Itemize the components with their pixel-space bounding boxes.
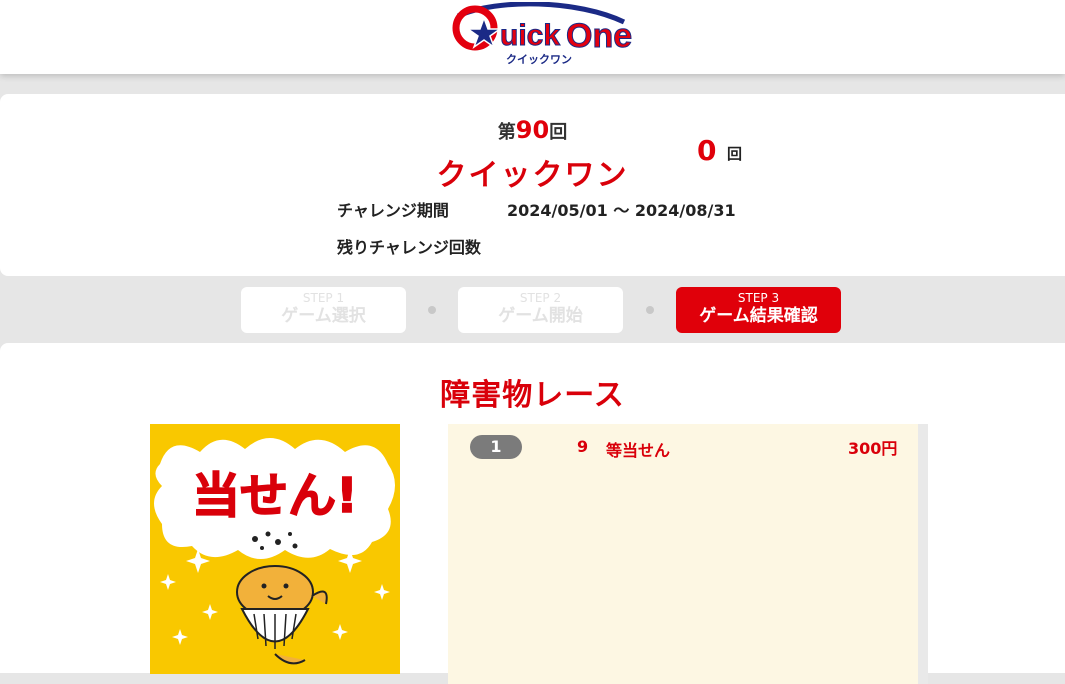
round-prefix: 第 — [497, 122, 516, 143]
svg-text:uick: uick — [500, 19, 560, 52]
quickone-logo[interactable]: uick One クイックワン — [448, 1, 634, 68]
step-3-label: ゲーム結果確認 — [699, 306, 818, 326]
step-separator-dot — [428, 306, 436, 314]
round-suffix: 回 — [549, 122, 568, 143]
round-number: 第90回 — [0, 116, 1065, 144]
round-number-value: 90 — [515, 116, 550, 144]
step-2-number: STEP 2 — [519, 291, 562, 305]
step-1-label: ゲーム選択 — [281, 306, 366, 326]
step-3-number: STEP 3 — [737, 291, 780, 305]
period-value: 2024/05/01 ～ 2024/08/31 — [507, 201, 736, 220]
win-result-image: 当せん! — [150, 424, 400, 674]
step-2-game-start: STEP 2 ゲーム開始 — [458, 287, 623, 333]
remaining-unit: 回 — [727, 145, 743, 163]
svg-text:One: One — [566, 17, 632, 55]
remaining-count: 0 — [697, 134, 717, 167]
game-title: 障害物レース — [440, 378, 625, 413]
game-result-card: 障害物レース 当せん! 1 9 等当せん 300円 — [0, 343, 1065, 684]
svg-text:当せん!: 当せん! — [192, 468, 358, 524]
step-1-game-select: STEP 1 ゲーム選択 — [241, 287, 406, 333]
period-label: チャレンジ期間 — [337, 201, 449, 220]
step-2-label: ゲーム開始 — [498, 306, 583, 326]
campaign-title: クイックワン — [436, 158, 629, 193]
result-index-badge: 1 — [470, 435, 522, 459]
step-1-number: STEP 1 — [302, 291, 345, 305]
site-header: uick One クイックワン — [0, 0, 1065, 74]
prize-name: 等当せん — [606, 441, 671, 460]
result-scrollbar[interactable] — [918, 424, 928, 684]
result-list-panel: 1 9 等当せん 300円 — [448, 424, 918, 684]
step-separator-dot — [646, 306, 654, 314]
remaining-label: 残りチャレンジ回数 — [337, 238, 481, 257]
prize-rank: 9 — [577, 437, 589, 456]
prize-amount: 300円 — [848, 439, 898, 458]
svg-text:クイックワン: クイックワン — [506, 53, 572, 66]
step-3-result-check: STEP 3 ゲーム結果確認 — [676, 287, 841, 333]
campaign-info-card: 第90回 クイックワン チャレンジ期間 2024/05/01 ～ 2024/08… — [0, 94, 1065, 276]
